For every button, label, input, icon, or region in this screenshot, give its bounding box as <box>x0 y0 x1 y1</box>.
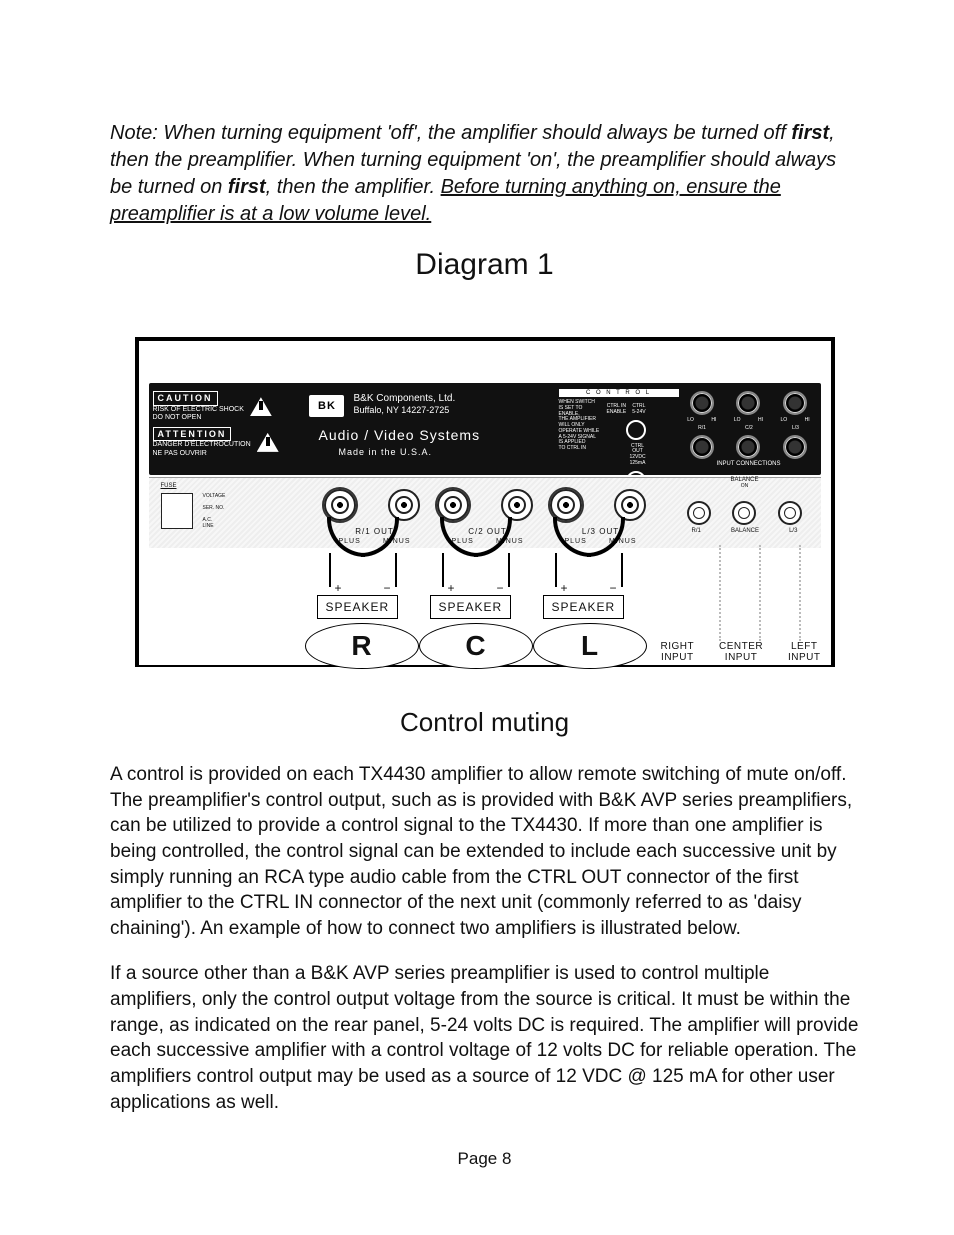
control-header: C O N T R O L <box>559 389 679 397</box>
minus-sign: − <box>384 581 391 595</box>
speaker-box-r: SPEAKER <box>317 595 399 619</box>
note-first-1: first <box>791 122 829 144</box>
control-muting-p2: If a source other than a B&K AVP series … <box>110 961 859 1115</box>
input-knob-c2 <box>736 435 760 459</box>
on-label: ON <box>677 483 813 489</box>
note-first-2: first <box>228 176 266 198</box>
wire <box>329 553 331 587</box>
lo-label: LO <box>687 417 694 423</box>
note-paragraph: Note: When turning equipment 'off', the … <box>110 120 859 228</box>
wire <box>395 553 397 587</box>
ctrl-5-24v-label: CTRL 5-24V <box>632 404 645 416</box>
gain-knob-l3 <box>783 391 807 415</box>
serial-label: SER. NO. <box>203 505 226 511</box>
bolt-warning-icon <box>250 397 272 416</box>
dotted-wire <box>799 545 801 641</box>
gain-knob-r1 <box>690 391 714 415</box>
control-muting-p1: A control is provided on each TX4430 amp… <box>110 762 859 941</box>
hi-label: HI <box>711 417 716 423</box>
rca-r1-icon <box>687 501 711 525</box>
wire-curve <box>553 517 591 557</box>
note-text-1: Note: When turning equipment 'off', the … <box>110 122 791 144</box>
diagram-1: CAUTION RISK OF ELECTRIC SHOCK DO NOT OP… <box>135 337 835 667</box>
ctrl-out-label: CTRL OUT 12VDC 125mA <box>629 444 645 467</box>
attention-fr-text: DANGER D'ÉLECTROCUTION NE PAS OUVRIR <box>153 441 251 458</box>
exclaim-warning-icon <box>257 433 279 452</box>
ac-line-label: A.C. LINE <box>203 517 226 529</box>
page-number: Page 8 <box>110 1149 859 1169</box>
minus-sign: − <box>610 581 617 595</box>
diagram-title: Diagram 1 <box>110 248 859 282</box>
lo-label: LO <box>781 417 788 423</box>
wire-curve <box>361 517 399 557</box>
rca-bal-icon <box>732 501 756 525</box>
right-input-label: RIGHT INPUT <box>661 641 695 663</box>
dotted-wire <box>719 545 721 641</box>
wire <box>621 553 623 587</box>
minus-sign: − <box>497 581 504 595</box>
rca-input-block: BALANCE ON R/1 BALANCE L/3 <box>677 477 813 547</box>
wire-curve <box>327 517 365 557</box>
gain-knob-c2 <box>736 391 760 415</box>
left-input-label: LEFT INPUT <box>788 641 821 663</box>
wire-curve <box>474 517 512 557</box>
speaker-c-ellipse: C <box>419 623 533 669</box>
wire <box>508 553 510 587</box>
speaker-l-ellipse: L <box>533 623 647 669</box>
hi-label: HI <box>805 417 810 423</box>
io-labels: RIGHT INPUT CENTER INPUT LEFT INPUT <box>661 641 821 663</box>
speaker-box-l: SPEAKER <box>543 595 625 619</box>
audio-video-systems: Audio / Video Systems <box>319 427 481 443</box>
made-in-usa: Made in the U.S.A. <box>339 447 433 457</box>
rca-r1-label: R/1 <box>692 528 701 534</box>
plus-sign: + <box>448 581 455 595</box>
brand-addr: Buffalo, NY 14227-2725 <box>354 405 456 416</box>
speaker-r-ellipse: R <box>305 623 419 669</box>
rca-bal-label: BALANCE <box>731 528 759 534</box>
control-muting-title: Control muting <box>110 707 859 738</box>
gain-knob-area: LO HI LO HI LO HI R/1 C/2 L/3 INPUT CONN… <box>679 389 819 471</box>
r1-label: R/1 <box>698 425 706 431</box>
ctrl-in-jack <box>626 420 646 440</box>
bk-logo: B K <box>309 395 344 417</box>
rca-l3-label: L/3 <box>789 528 797 534</box>
rca-l3-icon <box>778 501 802 525</box>
lo-label: LO <box>734 417 741 423</box>
plus-sign: + <box>561 581 568 595</box>
speaker-box-c: SPEAKER <box>430 595 512 619</box>
attention-label: ATTENTION <box>153 427 232 442</box>
input-connections-label: INPUT CONNECTIONS <box>679 461 819 467</box>
hi-label: HI <box>758 417 763 423</box>
input-knob-r1 <box>690 435 714 459</box>
brand-text: B&K Components, Ltd. Buffalo, NY 14227-2… <box>354 393 456 416</box>
input-knob-l3 <box>783 435 807 459</box>
ctrl-in-label: CTRL IN ENABLE <box>607 404 627 416</box>
voltage-label: VOLTAGE <box>203 493 226 499</box>
caution-label: CAUTION <box>153 391 218 406</box>
note-text-3: , then the amplifier. <box>266 176 441 198</box>
dotted-wire <box>759 545 761 641</box>
shock-text: RISK OF ELECTRIC SHOCK DO NOT OPEN <box>153 406 244 423</box>
caution-block: CAUTION RISK OF ELECTRIC SHOCK DO NOT OP… <box>153 391 283 469</box>
wire-curve <box>587 517 625 557</box>
wire-curve <box>440 517 478 557</box>
brand-name: B&K Components, Ltd. <box>354 393 456 405</box>
fuse-block: FUSE VOLTAGE SER. NO. A.C. LINE <box>161 483 301 539</box>
iec-inlet-icon <box>161 493 193 529</box>
control-zone: C O N T R O L WHEN SWITCH IS SET TO ENAB… <box>559 389 679 471</box>
wire <box>442 553 444 587</box>
plus-sign: + <box>335 581 342 595</box>
l3-label: L/3 <box>792 425 799 431</box>
page: Note: When turning equipment 'off', the … <box>0 0 954 1235</box>
wire <box>555 553 557 587</box>
c2-label: C/2 <box>745 425 753 431</box>
center-input-label: CENTER INPUT <box>719 641 763 663</box>
fuse-label: FUSE <box>161 483 301 489</box>
